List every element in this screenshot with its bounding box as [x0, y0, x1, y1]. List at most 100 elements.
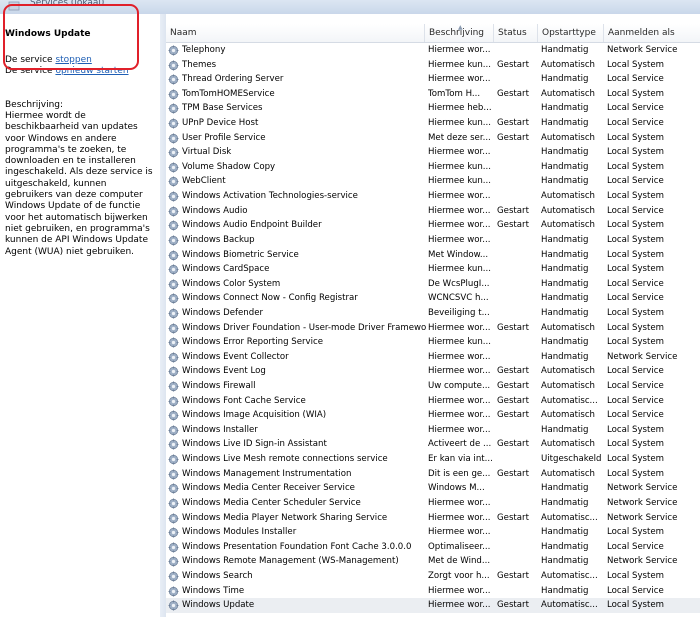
- column-header-status[interactable]: Status: [494, 24, 538, 42]
- table-row[interactable]: Windows Font Cache Service Hiermee wor...…: [166, 394, 700, 409]
- table-row[interactable]: Windows Installer Hiermee wor... Handmatig…: [166, 423, 700, 438]
- table-row[interactable]: WebClient Hiermee kun... Handmatig Local Se…: [166, 174, 700, 189]
- service-name: Windows CardSpace: [182, 264, 270, 275]
- service-name: Windows Event Log: [182, 366, 266, 377]
- table-row[interactable]: Thread Ordering Server Hiermee wor... Hand…: [166, 72, 700, 87]
- table-row[interactable]: Windows Live ID Sign-in Assistant Activee…: [166, 437, 700, 452]
- service-name: Windows Error Reporting Service: [182, 337, 324, 348]
- service-startup-type-cell: Handmatig: [541, 307, 589, 318]
- service-log-on-cell: Local System: [607, 424, 665, 435]
- table-row[interactable]: Windows Audio Hiermee wor... Gestart Automa…: [166, 204, 700, 219]
- table-row[interactable]: Windows Defender Beveiliging t... Handmati…: [166, 306, 700, 321]
- service-gear-icon: [168, 206, 179, 217]
- service-status-cell: [497, 277, 537, 292]
- service-status-cell: [497, 584, 537, 599]
- table-row[interactable]: Windows Connect Now - Config Registrar WC…: [166, 291, 700, 306]
- service-status-cell: Gestart: [497, 395, 529, 406]
- service-gear-icon: [168, 264, 179, 275]
- service-description-cell: Hiermee kun...: [428, 59, 491, 70]
- service-description-cell: Hiermee wor...: [428, 74, 491, 85]
- table-row[interactable]: TomTomHOMEService TomTom H... Gestart Autom…: [166, 87, 700, 102]
- service-log-on-cell: Local System: [607, 468, 665, 479]
- service-log-on-cell: Local Service: [607, 205, 664, 216]
- service-name-cell: Windows Font Cache Service: [168, 394, 426, 409]
- service-name-cell: Windows Media Center Receiver Service: [168, 481, 426, 496]
- service-log-on-cell: Network Service: [607, 483, 678, 494]
- service-gear-icon: [168, 454, 179, 465]
- service-startup-type-cell: Automatisch: [541, 88, 595, 99]
- service-log-on-cell: Local Service: [607, 410, 664, 421]
- service-gear-icon: [168, 542, 179, 553]
- service-name: Windows Audio Endpoint Builder: [182, 220, 322, 231]
- table-row[interactable]: Windows Audio Endpoint Builder Hiermee wo…: [166, 218, 700, 233]
- table-row[interactable]: Windows Event Collector Hiermee wor... Han…: [166, 350, 700, 365]
- service-status-cell: [497, 540, 537, 555]
- table-row[interactable]: Windows Update Hiermee wor... Gestart Autom…: [166, 598, 700, 613]
- table-row[interactable]: Windows Remote Management (WS-Management…: [166, 554, 700, 569]
- table-row[interactable]: TPM Base Services Hiermee heb... Handmatig…: [166, 101, 700, 116]
- table-row[interactable]: Windows Driver Foundation - User-mode Dr…: [166, 321, 700, 336]
- table-row[interactable]: UPnP Device Host Hiermee kun... Gestart Han…: [166, 116, 700, 131]
- table-row[interactable]: Windows Media Center Scheduler Service Hi…: [166, 496, 700, 511]
- service-log-on-cell: Local Service: [607, 585, 664, 596]
- table-row[interactable]: Windows Modules Installer Hiermee wor... H…: [166, 525, 700, 540]
- service-gear-icon: [168, 556, 179, 567]
- table-row[interactable]: Windows Image Acquisition (WIA) Hiermee w…: [166, 408, 700, 423]
- service-log-on-cell: Local System: [607, 307, 665, 318]
- service-startup-type-cell: Handmatig: [541, 351, 589, 362]
- service-status-cell: [497, 43, 537, 58]
- table-row[interactable]: Windows Presentation Foundation Font Cac…: [166, 540, 700, 555]
- column-header-startup-type[interactable]: Opstarttype: [538, 24, 604, 42]
- table-row[interactable]: Windows Management Instrumentation Dit is…: [166, 467, 700, 482]
- table-row[interactable]: Windows Color System De WcsPlugI... Handma…: [166, 277, 700, 292]
- table-row[interactable]: Windows Biometric Service Met Window... Ha…: [166, 248, 700, 263]
- service-startup-type-cell: Handmatig: [541, 234, 589, 245]
- table-row[interactable]: Windows Event Log Hiermee wor... Gestart Au…: [166, 364, 700, 379]
- service-name-cell: Windows Media Player Network Sharing Ser…: [168, 511, 426, 526]
- service-description-cell: De WcsPlugI...: [428, 278, 490, 289]
- table-row[interactable]: Windows Error Reporting Service Hiermee k…: [166, 335, 700, 350]
- service-status-cell: [497, 335, 537, 350]
- service-name-cell: Windows Remote Management (WS-Management…: [168, 554, 426, 569]
- table-row[interactable]: Windows Backup Hiermee wor... Handmatig Loc…: [166, 233, 700, 248]
- service-status-cell: [497, 350, 537, 365]
- service-status-cell: Gestart: [497, 132, 529, 143]
- table-row[interactable]: Windows Firewall Uw compute... Gestart Auto…: [166, 379, 700, 394]
- service-status-cell: [497, 525, 537, 540]
- service-gear-icon: [168, 337, 179, 348]
- service-description-cell: Hiermee wor...: [428, 585, 491, 596]
- table-row[interactable]: Telephony Hiermee wor... Handmatig Network …: [166, 43, 700, 58]
- table-row[interactable]: Windows Time Hiermee wor... Handmatig Local…: [166, 584, 700, 599]
- service-log-on-cell: Network Service: [607, 556, 678, 567]
- service-gear-icon: [168, 45, 179, 56]
- table-row[interactable]: Windows Media Player Network Sharing Ser…: [166, 511, 700, 526]
- service-description-cell: Hiermee wor...: [428, 45, 491, 55]
- service-description-cell: Beveiliging t...: [428, 307, 490, 318]
- service-gear-icon: [168, 323, 179, 334]
- service-name-cell: TomTomHOMEService: [168, 87, 426, 102]
- service-name: Volume Shadow Copy: [182, 161, 276, 172]
- table-row[interactable]: Volume Shadow Copy Hiermee kun... Handmati…: [166, 160, 700, 175]
- table-row[interactable]: Windows CardSpace Hiermee kun... Handmatig…: [166, 262, 700, 277]
- service-startup-type-cell: Automatisch: [541, 381, 595, 392]
- service-name: Windows Font Cache Service: [182, 395, 306, 406]
- table-row[interactable]: Windows Media Center Receiver Service Win…: [166, 481, 700, 496]
- service-description-cell: Optimaliseer...: [428, 541, 491, 552]
- service-name-cell: WebClient: [168, 174, 426, 189]
- table-row[interactable]: Windows Activation Technologies-service H…: [166, 189, 700, 204]
- table-row[interactable]: Windows Live Mesh remote connections ser…: [166, 452, 700, 467]
- column-header-log-on-as[interactable]: Aanmelden als: [604, 24, 700, 42]
- service-description-cell: Hiermee wor...: [428, 351, 491, 362]
- service-status-cell: [497, 248, 537, 263]
- table-row[interactable]: Virtual Disk Hiermee wor... Handmatig Local…: [166, 145, 700, 160]
- service-startup-type-cell: Automatisc...: [541, 395, 598, 406]
- service-gear-icon: [168, 586, 179, 597]
- service-name-cell: Windows Modules Installer: [168, 525, 426, 540]
- table-row[interactable]: Themes Hiermee kun... Gestart Automatisch Lo…: [166, 58, 700, 73]
- service-log-on-cell: Local System: [607, 249, 665, 260]
- table-row[interactable]: Windows Search Zorgt voor h... Gestart Auto…: [166, 569, 700, 584]
- service-status-cell: [497, 101, 537, 116]
- column-header-name[interactable]: Naam: [166, 24, 425, 42]
- service-gear-icon: [168, 220, 179, 231]
- table-row[interactable]: User Profile Service Met deze ser... Gesta…: [166, 131, 700, 146]
